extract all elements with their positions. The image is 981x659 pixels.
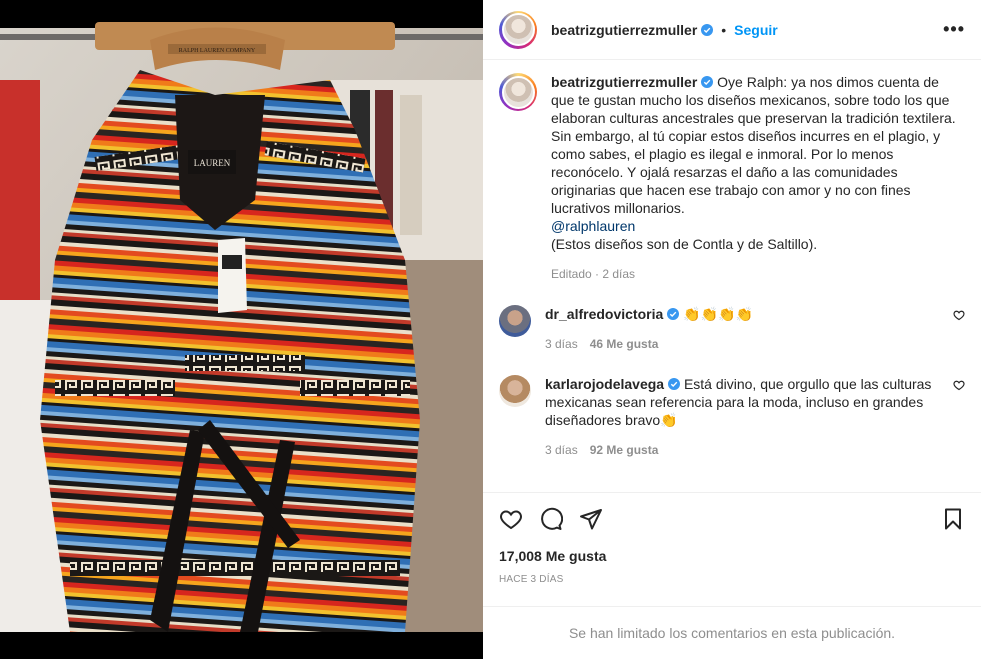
verified-icon: [667, 308, 680, 320]
author-username[interactable]: beatrizgutierrezmuller: [551, 22, 697, 38]
caption-paragraph-2: Sin embargo, al tú copiar estos diseños …: [551, 128, 941, 216]
caption-text: beatrizgutierrezmuller Oye Ralph: ya nos…: [551, 73, 965, 283]
brand-tag-text: LAUREN: [194, 158, 231, 168]
caption: beatrizgutierrezmuller Oye Ralph: ya nos…: [499, 73, 965, 283]
verified-icon: [668, 378, 681, 390]
hanger-text: RALPH LAUREN COMPANY: [179, 48, 256, 54]
caption-meta: Editado · 2 días: [551, 267, 636, 281]
verified-icon: [701, 23, 714, 36]
comment-body: karlarojodelavega Está divino, que orgul…: [545, 375, 945, 459]
comment-text: 👏👏👏👏: [683, 306, 753, 322]
heart-icon[interactable]: [953, 379, 965, 391]
comment-username[interactable]: dr_alfredovictoria: [545, 306, 663, 322]
more-icon[interactable]: •••: [943, 19, 965, 40]
share-icon[interactable]: [579, 507, 603, 531]
verified-icon: [701, 76, 714, 88]
post-details-panel: beatrizgutierrezmuller • Seguir ••• beat…: [483, 0, 981, 659]
author-avatar[interactable]: [499, 10, 537, 49]
bookmark-icon[interactable]: [941, 507, 965, 531]
comment-meta: 3 días 46 Me gusta: [545, 335, 945, 353]
post-window: RALPH LAUREN COMPANY LAUREN beatrizgutie…: [0, 0, 981, 659]
caption-note: (Estos diseños son de Contla y de Saltil…: [551, 236, 818, 252]
post-timestamp[interactable]: Hace 3 días: [499, 574, 965, 585]
caption-username[interactable]: beatrizgutierrezmuller: [551, 74, 697, 90]
commenter-avatar[interactable]: [499, 375, 531, 407]
follow-button[interactable]: Seguir: [734, 22, 778, 38]
commenter-avatar[interactable]: [499, 305, 531, 337]
action-icons: [499, 505, 965, 533]
comment-age[interactable]: 3 días: [545, 337, 578, 351]
comment-meta: 3 días 92 Me gusta: [545, 441, 945, 459]
heart-icon[interactable]: [499, 507, 523, 531]
comment-item: dr_alfredovictoria 👏👏👏👏 3 días 46 Me gust…: [499, 305, 965, 353]
caption-avatar[interactable]: [499, 73, 537, 111]
heart-icon[interactable]: [953, 309, 965, 321]
comment-username[interactable]: karlarojodelavega: [545, 376, 664, 392]
post-actions: 17,008 Me gusta Hace 3 días: [483, 492, 981, 585]
likes-count[interactable]: 17,008 Me gusta: [499, 548, 965, 564]
comment-item: karlarojodelavega Está divino, que orgul…: [499, 375, 965, 459]
comments-list[interactable]: beatrizgutierrezmuller Oye Ralph: ya nos…: [483, 61, 981, 492]
separator-dot: •: [721, 21, 727, 38]
comments-limited-notice: Se han limitado los comentarios en esta …: [483, 606, 981, 659]
comment-likes[interactable]: 46 Me gusta: [590, 337, 659, 351]
post-header: beatrizgutierrezmuller • Seguir •••: [483, 0, 981, 60]
comment-icon[interactable]: [539, 507, 563, 531]
sweater-photo: RALPH LAUREN COMPANY LAUREN: [0, 0, 483, 659]
caption-mention-link[interactable]: @ralphlauren: [551, 217, 965, 235]
comment-body: dr_alfredovictoria 👏👏👏👏 3 días 46 Me gust…: [545, 305, 945, 353]
post-image[interactable]: RALPH LAUREN COMPANY LAUREN: [0, 0, 483, 659]
comment-age[interactable]: 3 días: [545, 443, 578, 457]
comment-likes[interactable]: 92 Me gusta: [590, 443, 659, 457]
